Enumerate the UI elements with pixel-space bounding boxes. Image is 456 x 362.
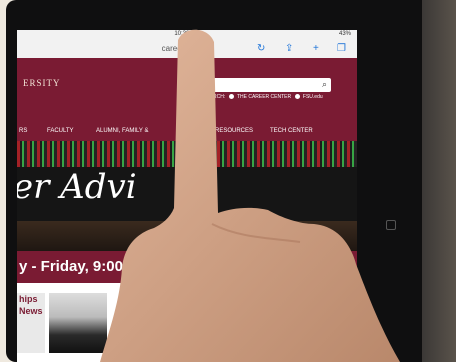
- hand-shape: [100, 29, 400, 362]
- promo-line: News: [19, 306, 43, 316]
- photo-scene: 10:38 AM 43% career.fsu.edu ↻ ⇪ + ❐ ERSI…: [0, 0, 456, 362]
- nav-item-students[interactable]: RS: [19, 128, 27, 134]
- background-chair: [422, 0, 456, 362]
- university-name: ERSITY: [23, 78, 61, 88]
- pointing-hand: [100, 29, 400, 362]
- news-photo[interactable]: [49, 293, 107, 353]
- nav-item-faculty[interactable]: FACULTY: [47, 128, 74, 134]
- promo-tile[interactable]: hips News: [17, 293, 45, 353]
- promo-line: hips: [19, 294, 38, 304]
